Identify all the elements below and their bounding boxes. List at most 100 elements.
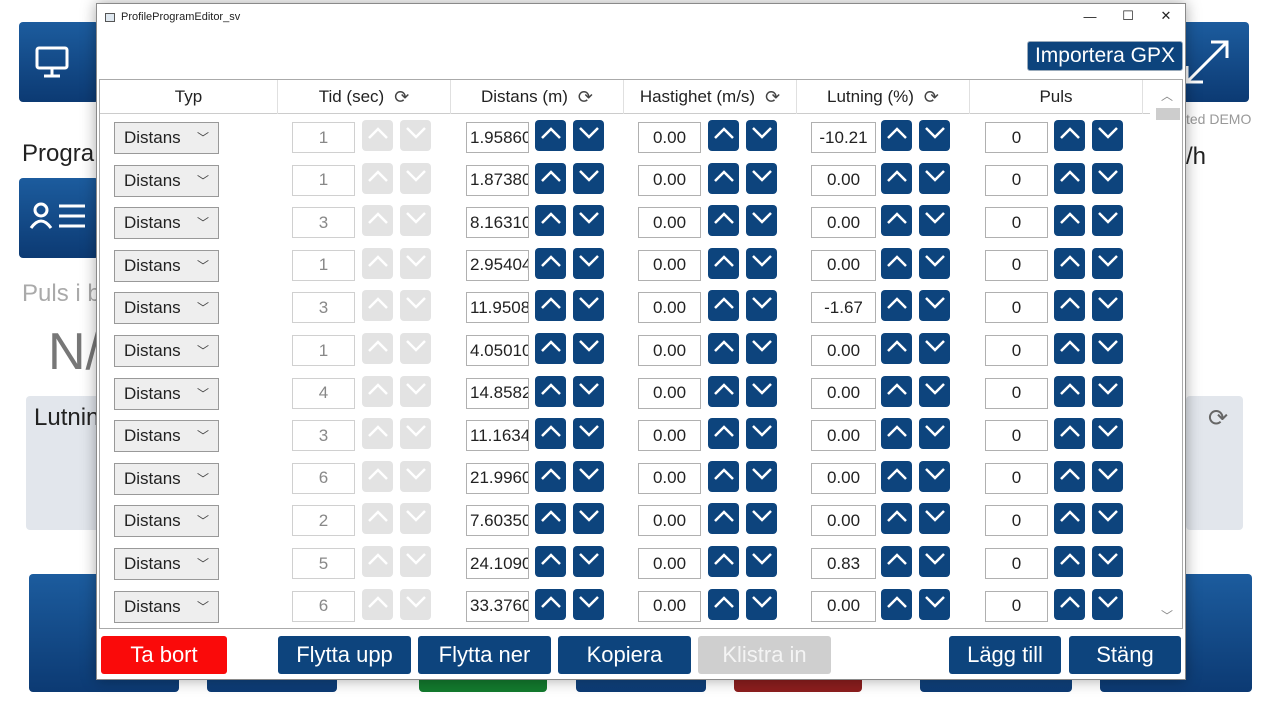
refresh-icon[interactable]: ⟳ (765, 87, 780, 108)
hastighet-decrement-button[interactable] (746, 503, 777, 535)
hastighet-increment-button[interactable] (708, 247, 739, 279)
lutning-input[interactable]: 0.00 (811, 335, 876, 366)
hastighet-decrement-button[interactable] (746, 333, 777, 364)
type-dropdown[interactable]: Distans ﹀ (114, 122, 219, 154)
lutning-decrement-button[interactable] (919, 162, 950, 194)
maximize-button[interactable]: ☐ (1109, 4, 1147, 28)
hastighet-increment-button[interactable] (708, 120, 739, 151)
puls-decrement-button[interactable] (1092, 205, 1123, 237)
lutning-input[interactable]: 0.00 (811, 249, 876, 281)
lutning-increment-button[interactable] (881, 333, 912, 364)
distans-decrement-button[interactable] (573, 290, 604, 322)
lutning-decrement-button[interactable] (919, 546, 950, 577)
puls-input[interactable]: 0 (985, 420, 1048, 452)
header-lutning[interactable]: Lutning (%) ⟳ (797, 80, 970, 114)
puls-decrement-button[interactable] (1092, 120, 1123, 151)
hastighet-increment-button[interactable] (708, 333, 739, 364)
lutning-increment-button[interactable] (881, 546, 912, 577)
distans-decrement-button[interactable] (573, 247, 604, 279)
hastighet-increment-button[interactable] (708, 418, 739, 450)
distans-input[interactable]: 33.3760 (466, 590, 529, 622)
hastighet-increment-button[interactable] (708, 546, 739, 577)
lutning-decrement-button[interactable] (919, 205, 950, 237)
type-dropdown[interactable]: Distans ﹀ (114, 292, 219, 325)
hastighet-increment-button[interactable] (708, 503, 739, 535)
puls-input[interactable]: 0 (985, 335, 1048, 366)
hastighet-input[interactable]: 0.00 (638, 420, 701, 452)
puls-input[interactable]: 0 (985, 462, 1048, 494)
lutning-decrement-button[interactable] (919, 247, 950, 279)
hastighet-decrement-button[interactable] (746, 588, 777, 620)
hastighet-decrement-button[interactable] (746, 205, 777, 237)
puls-increment-button[interactable] (1054, 162, 1085, 194)
puls-input[interactable]: 0 (985, 590, 1048, 622)
header-puls[interactable]: Puls (970, 80, 1143, 114)
hastighet-decrement-button[interactable] (746, 418, 777, 450)
move-down-button[interactable]: Flytta ner (418, 636, 551, 674)
type-dropdown[interactable]: Distans ﹀ (114, 249, 219, 282)
hastighet-input[interactable]: 0.00 (638, 505, 701, 537)
hastighet-input[interactable]: 0.00 (638, 462, 701, 494)
puls-increment-button[interactable] (1054, 375, 1085, 407)
lutning-decrement-button[interactable] (919, 460, 950, 492)
type-dropdown[interactable]: Distans ﹀ (114, 420, 219, 453)
distans-input[interactable]: 7.60350 (466, 505, 529, 537)
distans-increment-button[interactable] (535, 375, 566, 407)
remove-button[interactable]: Ta bort (101, 636, 227, 674)
puls-input[interactable]: 0 (985, 122, 1048, 153)
puls-increment-button[interactable] (1054, 460, 1085, 492)
hastighet-input[interactable]: 0.00 (638, 590, 701, 622)
lutning-decrement-button[interactable] (919, 120, 950, 151)
lutning-input[interactable]: -1.67 (811, 292, 876, 324)
hastighet-increment-button[interactable] (708, 205, 739, 237)
hastighet-increment-button[interactable] (708, 375, 739, 407)
lutning-decrement-button[interactable] (919, 290, 950, 322)
distans-input[interactable]: 14.8582 (466, 377, 529, 409)
distans-decrement-button[interactable] (573, 418, 604, 450)
puls-decrement-button[interactable] (1092, 503, 1123, 535)
puls-decrement-button[interactable] (1092, 333, 1123, 364)
distans-increment-button[interactable] (535, 460, 566, 492)
puls-increment-button[interactable] (1054, 290, 1085, 322)
distans-input[interactable]: 4.05010 (466, 335, 529, 366)
type-dropdown[interactable]: Distans ﹀ (114, 462, 219, 495)
distans-increment-button[interactable] (535, 333, 566, 364)
hastighet-increment-button[interactable] (708, 460, 739, 492)
lutning-input[interactable]: 0.00 (811, 590, 876, 622)
type-dropdown[interactable]: Distans ﹀ (114, 377, 219, 410)
lutning-increment-button[interactable] (881, 503, 912, 535)
hastighet-input[interactable]: 0.00 (638, 377, 701, 409)
puls-input[interactable]: 0 (985, 292, 1048, 324)
distans-input[interactable]: 11.1634 (466, 420, 529, 452)
hastighet-input[interactable]: 0.00 (638, 548, 701, 579)
lutning-increment-button[interactable] (881, 290, 912, 322)
distans-input[interactable]: 11.9508 (466, 292, 529, 324)
lutning-input[interactable]: -10.21 (811, 122, 876, 153)
puls-input[interactable]: 0 (985, 207, 1048, 239)
distans-decrement-button[interactable] (573, 120, 604, 151)
puls-increment-button[interactable] (1054, 588, 1085, 620)
distans-increment-button[interactable] (535, 503, 566, 535)
lutning-increment-button[interactable] (881, 375, 912, 407)
refresh-icon[interactable]: ⟳ (924, 87, 939, 108)
hastighet-decrement-button[interactable] (746, 546, 777, 577)
distans-decrement-button[interactable] (573, 333, 604, 364)
hastighet-increment-button[interactable] (708, 290, 739, 322)
lutning-increment-button[interactable] (881, 205, 912, 237)
hastighet-decrement-button[interactable] (746, 162, 777, 194)
hastighet-decrement-button[interactable] (746, 120, 777, 151)
scroll-up-icon[interactable]: ︿ (1152, 84, 1182, 106)
distans-decrement-button[interactable] (573, 546, 604, 577)
hastighet-increment-button[interactable] (708, 162, 739, 194)
type-dropdown[interactable]: Distans ﹀ (114, 164, 219, 197)
distans-decrement-button[interactable] (573, 503, 604, 535)
puls-decrement-button[interactable] (1092, 418, 1123, 450)
type-dropdown[interactable]: Distans ﹀ (114, 548, 219, 580)
puls-input[interactable]: 0 (985, 164, 1048, 196)
add-button[interactable]: Lägg till (949, 636, 1061, 674)
lutning-increment-button[interactable] (881, 460, 912, 492)
lutning-input[interactable]: 0.00 (811, 207, 876, 239)
lutning-input[interactable]: 0.83 (811, 548, 876, 579)
hastighet-increment-button[interactable] (708, 588, 739, 620)
hastighet-input[interactable]: 0.00 (638, 207, 701, 239)
